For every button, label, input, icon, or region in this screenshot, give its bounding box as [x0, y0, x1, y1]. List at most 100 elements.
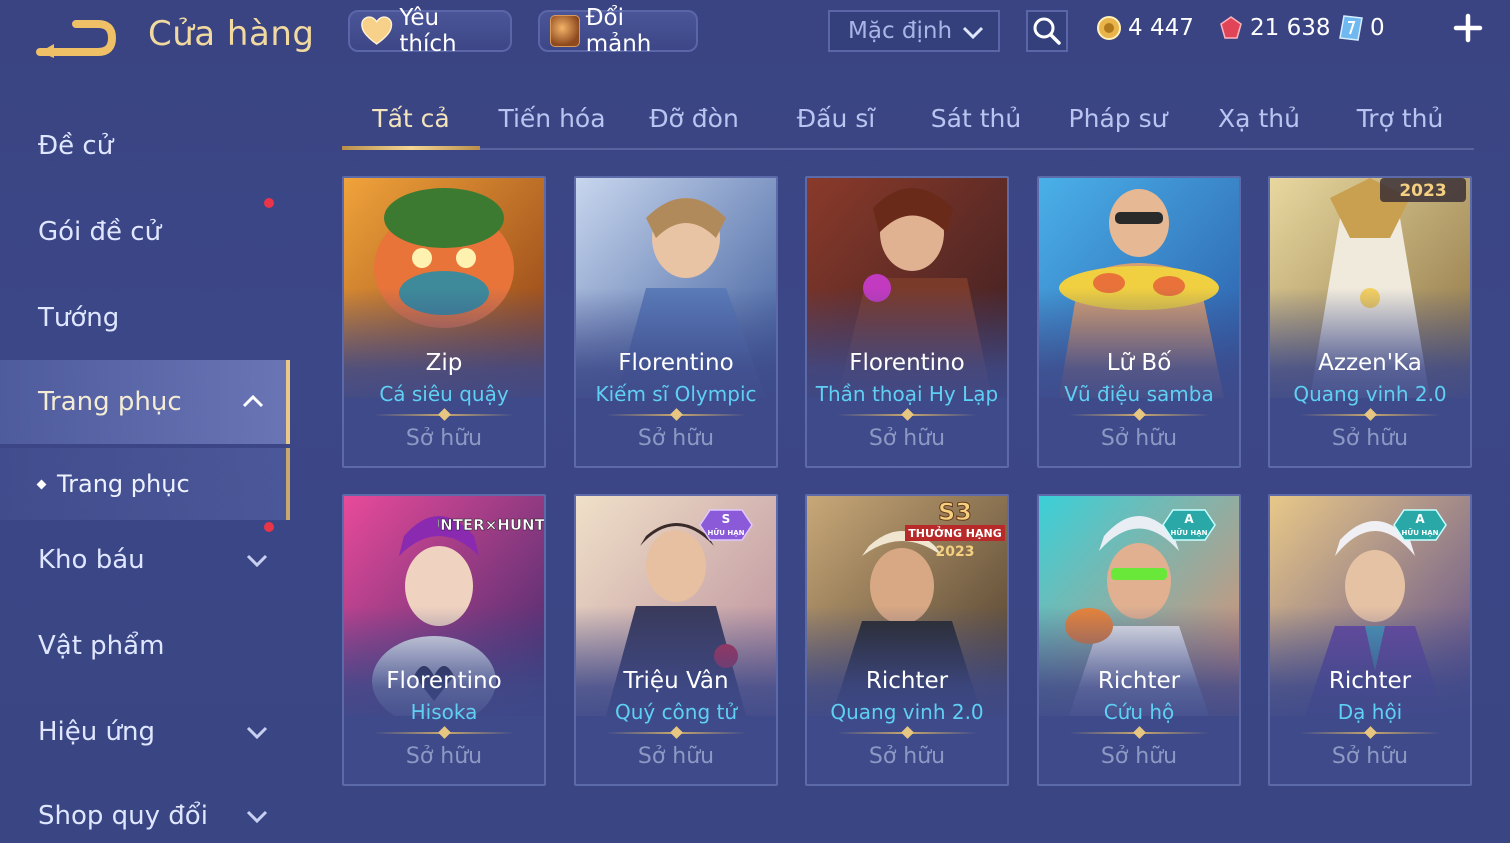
skin-card[interactable]: Florentino Thần thoại Hy Lạp Sở hữu: [805, 176, 1009, 468]
hero-name: Azzen'Ka: [1318, 350, 1422, 376]
gem-amount: 21 638: [1250, 15, 1331, 41]
sort-selected-value: Mặc định: [848, 18, 953, 44]
badge-sub-text: HỮU HẠN: [1171, 528, 1208, 537]
skin-card[interactable]: Florentino Kiếm sĩ Olympic Sở hữu: [574, 176, 778, 468]
search-icon: [1033, 17, 1061, 45]
tab-warrior[interactable]: Đấu sĩ: [771, 104, 901, 133]
sidebar-item-label: Kho báu: [38, 545, 145, 575]
skin-card[interactable]: HUNTER×HUNTER Florentino Hisoka Sở hữu: [342, 494, 546, 786]
gem-balance: 21 638: [1218, 12, 1330, 44]
plus-icon: [1453, 13, 1483, 43]
hero-name: Richter: [1097, 668, 1181, 694]
hunter-logo-badge: HUNTER×HUNTER: [438, 516, 544, 535]
badge-hunter-text: HUNTER×HUNTER: [438, 516, 544, 534]
chevron-up-icon: [242, 394, 264, 408]
chevron-down-icon: [246, 726, 268, 740]
sidebar-item-label: Trang phục: [38, 387, 182, 417]
badge-sub-text: HỮU HẠN: [708, 528, 745, 537]
gold-balance: 4 447: [1096, 12, 1194, 44]
skin-name: Hisoka: [410, 700, 478, 724]
badge-rank-text: A: [1415, 512, 1425, 526]
badge-year-text: 2023: [936, 544, 975, 560]
ownership-status: Sở hữu: [405, 426, 483, 451]
ownership-status: Sở hữu: [1331, 426, 1409, 451]
sidebar-item-label: Tướng: [38, 303, 120, 333]
skin-card[interactable]: A HỮU HẠN Richter Cứu hộ Sở hữu: [1037, 494, 1241, 786]
favorites-label: Yêu thích: [399, 5, 457, 57]
tab-tank[interactable]: Đỡ đòn: [629, 104, 759, 133]
skin-name: Quang vinh 2.0: [830, 700, 984, 724]
skin-card[interactable]: S3 THƯỞNG HẠNG 2023 Richter Quang vinh 2…: [805, 494, 1009, 786]
ownership-status: Sở hữu: [1100, 744, 1178, 769]
shard-exchange-label: Đổi mảnh: [585, 5, 652, 57]
sidebar-item-effects[interactable]: Hiệu ứng: [0, 690, 290, 774]
add-currency-button[interactable]: [1450, 10, 1486, 46]
active-tab-indicator: [342, 146, 480, 150]
ownership-status: Sở hữu: [868, 744, 946, 769]
badge-rank-text: S: [722, 512, 731, 526]
sidebar-item-heroes[interactable]: Tướng: [0, 276, 290, 360]
skin-card[interactable]: A HỮU HẠN Richter Dạ hội Sở hữu: [1268, 494, 1472, 786]
badge-season-text: S3: [938, 498, 972, 526]
ticket-amount: 0: [1370, 15, 1385, 41]
back-button[interactable]: [36, 14, 116, 60]
skin-name: Quang vinh 2.0: [1293, 382, 1447, 406]
tab-all[interactable]: Tất cả: [346, 104, 476, 133]
ownership-status: Sở hữu: [637, 426, 715, 451]
gold-coin-icon: [1097, 16, 1121, 40]
chevron-down-icon: [962, 26, 984, 40]
sidebar-item-skins[interactable]: Trang phục: [0, 360, 290, 444]
skin-name: Cứu hộ: [1103, 700, 1175, 724]
hero-name: Richter: [865, 668, 949, 694]
gold-amount: 4 447: [1128, 15, 1194, 41]
ownership-status: Sở hữu: [637, 744, 715, 769]
skin-name: Dạ hội: [1337, 700, 1403, 724]
sidebar-item-exchange-shop[interactable]: Shop quy đổi: [0, 774, 290, 843]
skin-card[interactable]: Zip Cá siêu quậy Sở hữu: [342, 176, 546, 468]
sidebar-item-treasure[interactable]: Kho báu: [0, 518, 290, 602]
year-badge: 2023: [1380, 178, 1466, 202]
skin-name: Cá siêu quậy: [379, 382, 509, 406]
hero-name: Zip: [425, 350, 463, 376]
sort-dropdown[interactable]: Mặc định: [828, 10, 1000, 52]
skin-card[interactable]: 2023 Azzen'Ka Quang vinh 2.0 Sở hữu: [1268, 176, 1472, 468]
favorites-button[interactable]: Yêu thích: [348, 5, 512, 57]
hero-name: Florentino: [386, 668, 502, 694]
sidebar-item-label: Vật phẩm: [38, 631, 165, 661]
page-title: Cửa hàng: [148, 14, 315, 54]
skin-name: Thần thoại Hy Lạp: [815, 382, 999, 406]
sidebar-item-featured-packs[interactable]: Gói đề cử: [0, 190, 290, 274]
red-gem-icon: [1220, 16, 1242, 39]
hero-name: Florentino: [618, 350, 734, 376]
shard-exchange-button[interactable]: Đổi mảnh: [538, 5, 698, 57]
sidebar-subitem-label: Trang phục: [57, 470, 190, 498]
ticket-balance: 0: [1338, 12, 1385, 44]
sidebar-item-label: Hiệu ứng: [38, 717, 155, 747]
hero-name: Richter: [1328, 668, 1412, 694]
ownership-status: Sở hữu: [405, 744, 483, 769]
search-button[interactable]: [1026, 10, 1068, 52]
badge-sub-text: HỮU HẠN: [1402, 528, 1439, 537]
tab-evolution[interactable]: Tiến hóa: [487, 104, 617, 133]
hero-name: Triệu Vân: [623, 668, 729, 694]
skin-name: Vũ điệu samba: [1064, 382, 1214, 406]
tab-mage[interactable]: Pháp sư: [1053, 104, 1183, 133]
skin-card[interactable]: S HỮU HẠN Triệu Vân Quý công tử Sở hữu: [574, 494, 778, 786]
shard-chest-icon: [550, 15, 580, 47]
rank-badge: A HỮU HẠN: [1393, 509, 1447, 541]
tab-support[interactable]: Trợ thủ: [1335, 104, 1465, 133]
sidebar: Đề cử Gói đề cử Tướng Trang phục Trang p…: [0, 100, 290, 843]
skin-card[interactable]: Lữ Bố Vũ điệu samba Sở hữu: [1037, 176, 1241, 468]
tab-marksman[interactable]: Xạ thủ: [1194, 104, 1324, 133]
sidebar-item-items[interactable]: Vật phẩm: [0, 604, 290, 688]
category-tabs: Tất cả Tiến hóa Đỡ đòn Đấu sĩ Sát thủ Ph…: [342, 96, 1474, 150]
ownership-status: Sở hữu: [868, 426, 946, 451]
sidebar-subitem-skins[interactable]: Trang phục: [0, 448, 290, 520]
tab-assassin[interactable]: Sát thủ: [911, 104, 1041, 133]
sidebar-item-featured[interactable]: Đề cử: [0, 104, 290, 188]
chevron-down-icon: [246, 810, 268, 824]
rank-badge: A HỮU HẠN: [1162, 509, 1216, 541]
ownership-status: Sở hữu: [1331, 744, 1409, 769]
notification-dot: [264, 198, 274, 208]
sidebar-item-label: Gói đề cử: [38, 217, 162, 247]
